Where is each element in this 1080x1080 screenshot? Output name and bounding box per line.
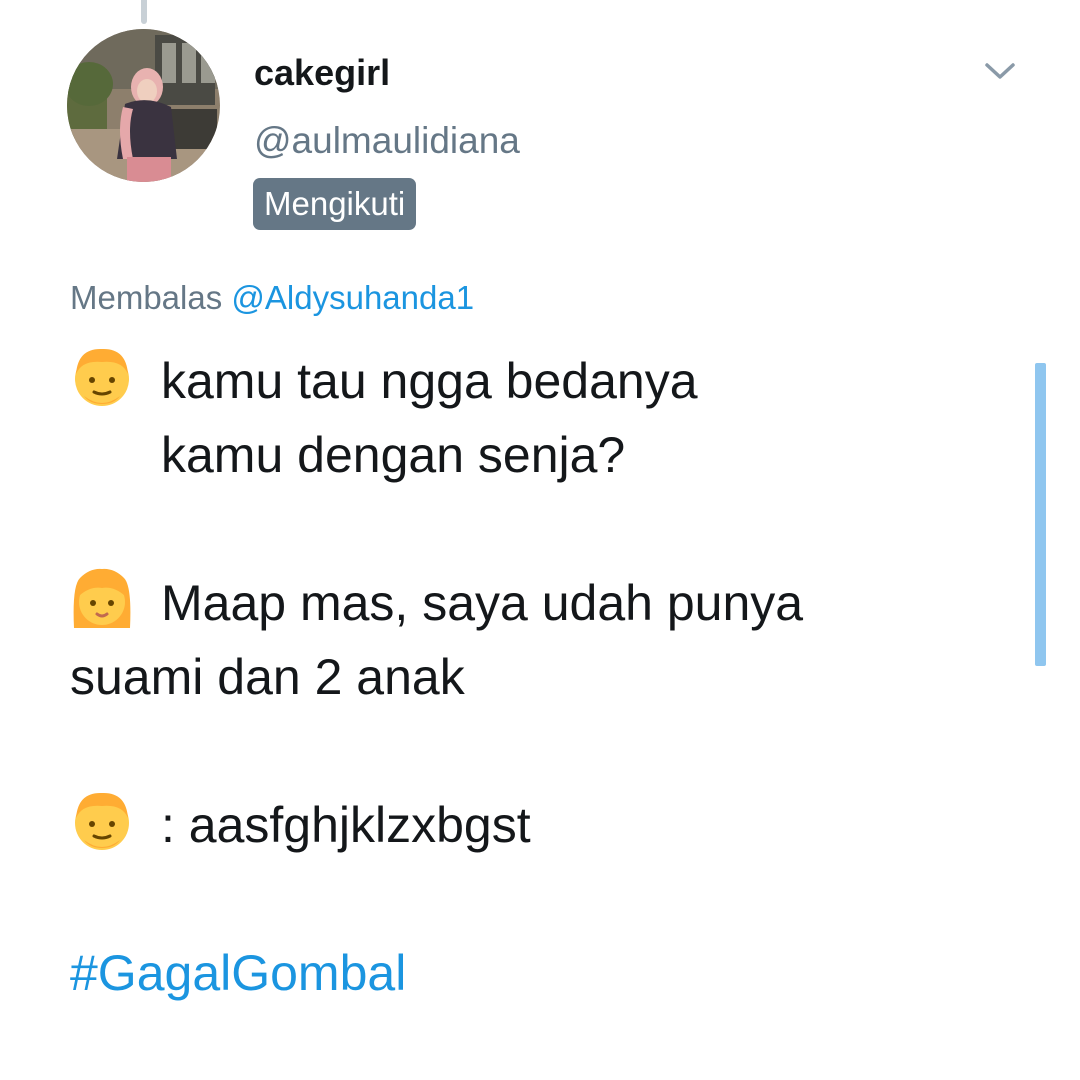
woman-emoji-icon [70,566,134,630]
thread-connector-line [141,0,147,24]
hashtag-link[interactable]: #GagalGombal [70,945,406,1001]
reply-mention-link[interactable]: @Aldysuhanda1 [231,279,474,316]
follow-status-badge: Mengikuti [253,178,417,230]
tweet-line: #GagalGombal [70,936,1010,1010]
tweet-line: kamu tau ngga bedanya [70,344,1010,418]
reply-prefix: Membalas [70,279,223,316]
scrollbar[interactable] [1035,363,1046,666]
tweet-line: Maap mas, saya udah punya [70,566,1010,640]
tweet-line: suami dan 2 anak [70,640,1010,714]
tweet-line-text: kamu tau ngga bedanya [161,353,698,409]
man-emoji-icon [70,788,134,852]
tweet-text: kamu tau ngga bedanya kamu dengan senja?… [70,344,1010,1010]
tweet-line-text: : aasfghjklzxbgst [161,797,531,853]
avatar[interactable] [67,29,220,182]
display-name[interactable]: cakegirl [254,50,390,96]
tweet-line-text: suami dan 2 anak [70,649,465,705]
chevron-down-icon[interactable] [982,56,1018,86]
reply-context: Membalas @Aldysuhanda1 [70,276,474,320]
tweet-line-text: kamu dengan senja? [161,427,626,483]
tweet-line: : aasfghjklzxbgst [70,788,1010,862]
user-handle[interactable]: @aulmaulidiana [254,118,520,164]
tweet-line-text: Maap mas, saya udah punya [161,575,804,631]
profile-photo [67,29,220,182]
tweet-line: kamu dengan senja? [70,418,1010,492]
man-emoji-icon [70,344,134,408]
